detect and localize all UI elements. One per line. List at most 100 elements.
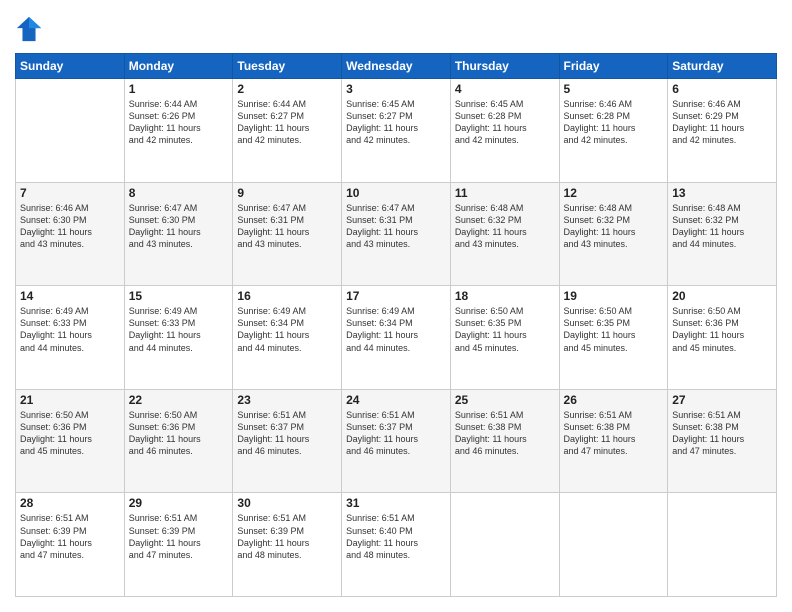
day-number: 7 — [20, 186, 120, 200]
calendar-cell: 24 Sunrise: 6:51 AM Sunset: 6:37 PM Dayli… — [342, 389, 451, 493]
day-content: Sunrise: 6:51 AM Sunset: 6:38 PM Dayligh… — [455, 409, 555, 458]
page: SundayMondayTuesdayWednesdayThursdayFrid… — [0, 0, 792, 612]
day-number: 4 — [455, 82, 555, 96]
day-number: 8 — [129, 186, 229, 200]
day-content: Sunrise: 6:48 AM Sunset: 6:32 PM Dayligh… — [455, 202, 555, 251]
day-number: 13 — [672, 186, 772, 200]
day-content: Sunrise: 6:44 AM Sunset: 6:26 PM Dayligh… — [129, 98, 229, 147]
calendar-cell: 10Sunrise: 6:47 AM Sunset: 6:31 PM Dayli… — [342, 182, 451, 286]
day-number: 14 — [20, 289, 120, 303]
day-content: Sunrise: 6:48 AM Sunset: 6:32 PM Dayligh… — [564, 202, 664, 251]
calendar-cell: 6 Sunrise: 6:46 AM Sunset: 6:29 PM Daylig… — [668, 79, 777, 183]
day-content: Sunrise: 6:47 AM Sunset: 6:30 PM Dayligh… — [129, 202, 229, 251]
day-number: 23 — [237, 393, 337, 407]
day-number: 21 — [20, 393, 120, 407]
day-content: Sunrise: 6:51 AM Sunset: 6:37 PM Dayligh… — [346, 409, 446, 458]
calendar-cell: 3 Sunrise: 6:45 AM Sunset: 6:27 PM Daylig… — [342, 79, 451, 183]
day-number: 10 — [346, 186, 446, 200]
day-content: Sunrise: 6:50 AM Sunset: 6:35 PM Dayligh… — [564, 305, 664, 354]
day-number: 20 — [672, 289, 772, 303]
weekday-header-sunday: Sunday — [16, 54, 125, 79]
week-row-0: 1 Sunrise: 6:44 AM Sunset: 6:26 PM Daylig… — [16, 79, 777, 183]
calendar-cell: 30 Sunrise: 6:51 AM Sunset: 6:39 PM Dayli… — [233, 493, 342, 597]
day-number: 2 — [237, 82, 337, 96]
calendar-cell: 15 Sunrise: 6:49 AM Sunset: 6:33 PM Dayli… — [124, 286, 233, 390]
day-number: 12 — [564, 186, 664, 200]
day-content: Sunrise: 6:51 AM Sunset: 6:39 PM Dayligh… — [237, 512, 337, 561]
day-number: 24 — [346, 393, 446, 407]
day-number: 15 — [129, 289, 229, 303]
calendar-cell: 8 Sunrise: 6:47 AM Sunset: 6:30 PM Daylig… — [124, 182, 233, 286]
day-number: 26 — [564, 393, 664, 407]
day-content: Sunrise: 6:49 AM Sunset: 6:33 PM Dayligh… — [129, 305, 229, 354]
day-content: Sunrise: 6:46 AM Sunset: 6:28 PM Dayligh… — [564, 98, 664, 147]
calendar-cell: 25Sunrise: 6:51 AM Sunset: 6:38 PM Dayli… — [450, 389, 559, 493]
calendar-cell: 29 Sunrise: 6:51 AM Sunset: 6:39 PM Dayli… — [124, 493, 233, 597]
calendar-cell: 16 Sunrise: 6:49 AM Sunset: 6:34 PM Dayli… — [233, 286, 342, 390]
day-content: Sunrise: 6:48 AM Sunset: 6:32 PM Dayligh… — [672, 202, 772, 251]
day-number: 3 — [346, 82, 446, 96]
logo-icon — [15, 15, 43, 43]
day-number: 29 — [129, 496, 229, 510]
day-content: Sunrise: 6:51 AM Sunset: 6:37 PM Dayligh… — [237, 409, 337, 458]
day-content: Sunrise: 6:49 AM Sunset: 6:34 PM Dayligh… — [346, 305, 446, 354]
day-number: 28 — [20, 496, 120, 510]
calendar-cell — [16, 79, 125, 183]
day-content: Sunrise: 6:45 AM Sunset: 6:28 PM Dayligh… — [455, 98, 555, 147]
day-content: Sunrise: 6:50 AM Sunset: 6:36 PM Dayligh… — [20, 409, 120, 458]
calendar-cell: 18Sunrise: 6:50 AM Sunset: 6:35 PM Dayli… — [450, 286, 559, 390]
calendar: SundayMondayTuesdayWednesdayThursdayFrid… — [15, 53, 777, 597]
calendar-cell: 28 Sunrise: 6:51 AM Sunset: 6:39 PM Dayli… — [16, 493, 125, 597]
calendar-cell: 5 Sunrise: 6:46 AM Sunset: 6:28 PM Daylig… — [559, 79, 668, 183]
calendar-cell: 17 Sunrise: 6:49 AM Sunset: 6:34 PM Dayli… — [342, 286, 451, 390]
calendar-cell: 9Sunrise: 6:47 AM Sunset: 6:31 PM Daylig… — [233, 182, 342, 286]
day-content: Sunrise: 6:45 AM Sunset: 6:27 PM Dayligh… — [346, 98, 446, 147]
day-number: 1 — [129, 82, 229, 96]
weekday-header-wednesday: Wednesday — [342, 54, 451, 79]
day-number: 6 — [672, 82, 772, 96]
day-number: 18 — [455, 289, 555, 303]
day-content: Sunrise: 6:51 AM Sunset: 6:38 PM Dayligh… — [564, 409, 664, 458]
week-row-2: 14 Sunrise: 6:49 AM Sunset: 6:33 PM Dayli… — [16, 286, 777, 390]
calendar-cell: 31Sunrise: 6:51 AM Sunset: 6:40 PM Dayli… — [342, 493, 451, 597]
calendar-cell: 7 Sunrise: 6:46 AM Sunset: 6:30 PM Daylig… — [16, 182, 125, 286]
day-number: 19 — [564, 289, 664, 303]
week-row-1: 7 Sunrise: 6:46 AM Sunset: 6:30 PM Daylig… — [16, 182, 777, 286]
calendar-cell: 19 Sunrise: 6:50 AM Sunset: 6:35 PM Dayli… — [559, 286, 668, 390]
day-content: Sunrise: 6:51 AM Sunset: 6:39 PM Dayligh… — [129, 512, 229, 561]
calendar-cell: 14 Sunrise: 6:49 AM Sunset: 6:33 PM Dayli… — [16, 286, 125, 390]
day-number: 16 — [237, 289, 337, 303]
header — [15, 15, 777, 43]
day-content: Sunrise: 6:51 AM Sunset: 6:40 PM Dayligh… — [346, 512, 446, 561]
day-number: 30 — [237, 496, 337, 510]
weekday-header-row: SundayMondayTuesdayWednesdayThursdayFrid… — [16, 54, 777, 79]
day-content: Sunrise: 6:50 AM Sunset: 6:36 PM Dayligh… — [672, 305, 772, 354]
day-content: Sunrise: 6:50 AM Sunset: 6:36 PM Dayligh… — [129, 409, 229, 458]
week-row-3: 21 Sunrise: 6:50 AM Sunset: 6:36 PM Dayli… — [16, 389, 777, 493]
calendar-cell: 13 Sunrise: 6:48 AM Sunset: 6:32 PM Dayli… — [668, 182, 777, 286]
calendar-cell: 11Sunrise: 6:48 AM Sunset: 6:32 PM Dayli… — [450, 182, 559, 286]
day-content: Sunrise: 6:51 AM Sunset: 6:39 PM Dayligh… — [20, 512, 120, 561]
day-content: Sunrise: 6:46 AM Sunset: 6:30 PM Dayligh… — [20, 202, 120, 251]
day-number: 17 — [346, 289, 446, 303]
weekday-header-saturday: Saturday — [668, 54, 777, 79]
day-content: Sunrise: 6:51 AM Sunset: 6:38 PM Dayligh… — [672, 409, 772, 458]
calendar-cell: 21 Sunrise: 6:50 AM Sunset: 6:36 PM Dayli… — [16, 389, 125, 493]
calendar-cell: 12 Sunrise: 6:48 AM Sunset: 6:32 PM Dayli… — [559, 182, 668, 286]
calendar-cell: 1 Sunrise: 6:44 AM Sunset: 6:26 PM Daylig… — [124, 79, 233, 183]
week-row-4: 28 Sunrise: 6:51 AM Sunset: 6:39 PM Dayli… — [16, 493, 777, 597]
calendar-cell: 26 Sunrise: 6:51 AM Sunset: 6:38 PM Dayli… — [559, 389, 668, 493]
calendar-cell: 20 Sunrise: 6:50 AM Sunset: 6:36 PM Dayli… — [668, 286, 777, 390]
weekday-header-thursday: Thursday — [450, 54, 559, 79]
calendar-cell: 23 Sunrise: 6:51 AM Sunset: 6:37 PM Dayli… — [233, 389, 342, 493]
day-content: Sunrise: 6:49 AM Sunset: 6:33 PM Dayligh… — [20, 305, 120, 354]
day-content: Sunrise: 6:49 AM Sunset: 6:34 PM Dayligh… — [237, 305, 337, 354]
day-content: Sunrise: 6:44 AM Sunset: 6:27 PM Dayligh… — [237, 98, 337, 147]
day-number: 27 — [672, 393, 772, 407]
calendar-cell: 22Sunrise: 6:50 AM Sunset: 6:36 PM Dayli… — [124, 389, 233, 493]
day-number: 5 — [564, 82, 664, 96]
day-content: Sunrise: 6:46 AM Sunset: 6:29 PM Dayligh… — [672, 98, 772, 147]
weekday-header-monday: Monday — [124, 54, 233, 79]
day-number: 9 — [237, 186, 337, 200]
calendar-cell: 4 Sunrise: 6:45 AM Sunset: 6:28 PM Daylig… — [450, 79, 559, 183]
